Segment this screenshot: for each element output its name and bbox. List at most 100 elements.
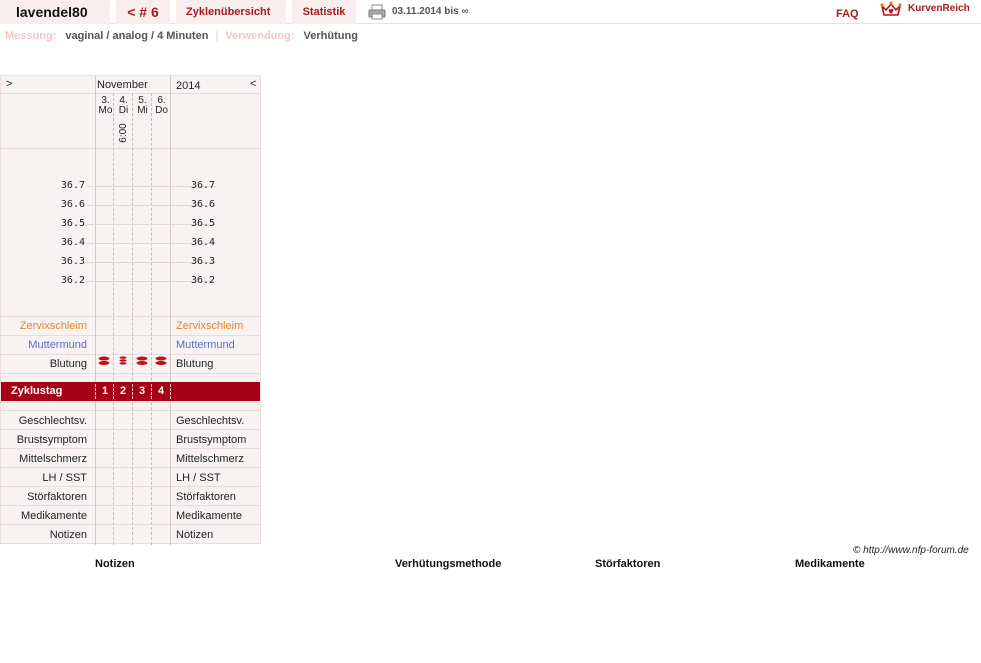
blood-drop-icon[interactable] (98, 356, 110, 365)
blood-drop-icon[interactable] (155, 356, 167, 365)
column-line (151, 93, 152, 545)
divider (1, 335, 260, 336)
divider (1, 486, 260, 487)
temp-label-right: 36.6 (191, 199, 216, 210)
divider (1, 148, 260, 149)
row-label-cervical-mucus: Zervixschleim (176, 320, 244, 332)
cycle-day-number: 2 (119, 385, 127, 397)
cycle-nav-button[interactable]: < # 6 (116, 0, 170, 24)
temp-label-right: 36.7 (191, 180, 216, 191)
temp-label-left: 36.7 (60, 180, 85, 191)
row-label-intercourse: Geschlechtsv. (18, 415, 87, 427)
temp-label-left: 36.3 (60, 256, 85, 267)
temp-label-right: 36.5 (191, 218, 216, 229)
measurement-info: Messung: vaginal / analog / 4 Minuten | … (5, 30, 358, 42)
divider (1, 524, 260, 525)
row-label-notes: Notizen (176, 529, 214, 541)
row-label-bleeding: Blutung (49, 358, 87, 370)
divider (1, 429, 260, 430)
chart-nav-left-button[interactable]: > (6, 78, 12, 90)
divider (1, 93, 260, 94)
row-label-cervix: Muttermund (176, 339, 235, 351)
cycle-day-number: 4 (157, 385, 165, 397)
divider (1, 402, 260, 403)
row-label-breast-symptom: Brustsymptom (176, 434, 247, 446)
brand-name: KurvenReich (908, 3, 970, 14)
row-label-cervical-mucus: Zervixschleim (19, 320, 87, 332)
day-header[interactable]: 4. Di (114, 96, 133, 116)
column-line (113, 384, 114, 399)
section-heading-disturbances: Störfaktoren (595, 558, 661, 570)
row-label-mittelschmerz: Mittelschmerz (176, 453, 244, 465)
top-bar: lavendel80 < # 6 Zyklenübersicht Statist… (0, 0, 981, 24)
row-label-medication: Medikamente (176, 510, 243, 522)
crown-heart-icon (880, 1, 902, 16)
divider (1, 448, 260, 449)
divider (1, 373, 260, 374)
row-label-breast-symptom: Brustsymptom (16, 434, 87, 446)
column-line (151, 384, 152, 399)
separator: | (215, 30, 219, 42)
weekday: Di (118, 105, 129, 116)
divider (1, 354, 260, 355)
temp-label-left: 36.6 (60, 199, 85, 210)
year-label: 2014 (176, 80, 201, 92)
temp-label-left: 36.2 (60, 275, 85, 286)
row-label-lh-test: LH / SST (42, 472, 87, 484)
row-label-bleeding: Blutung (176, 358, 214, 370)
cycle-chart: > November 2014 < 3. Mo 4. Di 5. Mi 6. D… (0, 75, 261, 545)
copyright: © http://www.nfp-forum.de (853, 545, 969, 556)
column-line (170, 384, 171, 399)
cycle-day-bar: Zyklustag 1 2 3 4 (1, 382, 260, 401)
usage-label: Verwendung: (225, 30, 295, 42)
tab-cycle-overview[interactable]: Zyklenübersicht (176, 0, 286, 24)
row-label-intercourse: Geschlechtsv. (176, 415, 245, 427)
divider (1, 505, 260, 506)
column-line (95, 76, 96, 545)
blood-drop-icon[interactable] (117, 356, 129, 365)
usage-value: Verhütung (303, 30, 358, 42)
printer-icon[interactable] (368, 4, 386, 20)
cycle-day-number: 3 (138, 385, 146, 397)
measurement-time: 6:00 (118, 123, 129, 143)
column-line (113, 93, 114, 545)
temp-label-right: 36.2 (191, 275, 216, 286)
username: lavendel80 (0, 0, 110, 24)
cycle-day-label: Zyklustag (11, 385, 63, 397)
temp-label-left: 36.5 (60, 218, 85, 229)
cycle-day-number: 1 (101, 385, 109, 397)
row-label-medication: Medikamente (20, 510, 87, 522)
section-heading-contraception: Verhütungsmethode (395, 558, 502, 570)
measure-value: vaginal / analog / 4 Minuten (65, 30, 209, 42)
weekday: Do (155, 105, 168, 116)
day-header[interactable]: 3. Mo (96, 96, 115, 116)
date-range: 03.11.2014 bis ∞ (392, 6, 469, 17)
row-label-disturbances: Störfaktoren (27, 491, 87, 503)
weekday: Mi (137, 105, 148, 116)
column-line (170, 76, 171, 545)
divider (1, 410, 260, 411)
chart-nav-right-button[interactable]: < (250, 78, 256, 90)
section-heading-notes: Notizen (95, 558, 135, 570)
row-label-mittelschmerz: Mittelschmerz (19, 453, 87, 465)
column-line (132, 384, 133, 399)
temp-label-right: 36.3 (191, 256, 216, 267)
temp-label-left: 36.4 (60, 237, 85, 248)
divider (1, 316, 260, 317)
blood-drop-icon[interactable] (136, 356, 148, 365)
row-label-cervix: Muttermund (28, 339, 87, 351)
day-header[interactable]: 6. Do (152, 96, 171, 116)
temp-label-right: 36.4 (191, 237, 216, 248)
divider (1, 467, 260, 468)
row-label-lh-test: LH / SST (176, 472, 221, 484)
day-header[interactable]: 5. Mi (133, 96, 152, 116)
faq-link[interactable]: FAQ (836, 5, 859, 23)
column-line (132, 93, 133, 545)
month-label: November (97, 79, 148, 91)
measure-label: Messung: (5, 30, 57, 42)
weekday: Mo (98, 105, 113, 116)
tab-statistics[interactable]: Statistik (292, 0, 356, 24)
section-heading-medication: Medikamente (795, 558, 865, 570)
row-label-notes: Notizen (49, 529, 87, 541)
row-label-disturbances: Störfaktoren (176, 491, 236, 503)
